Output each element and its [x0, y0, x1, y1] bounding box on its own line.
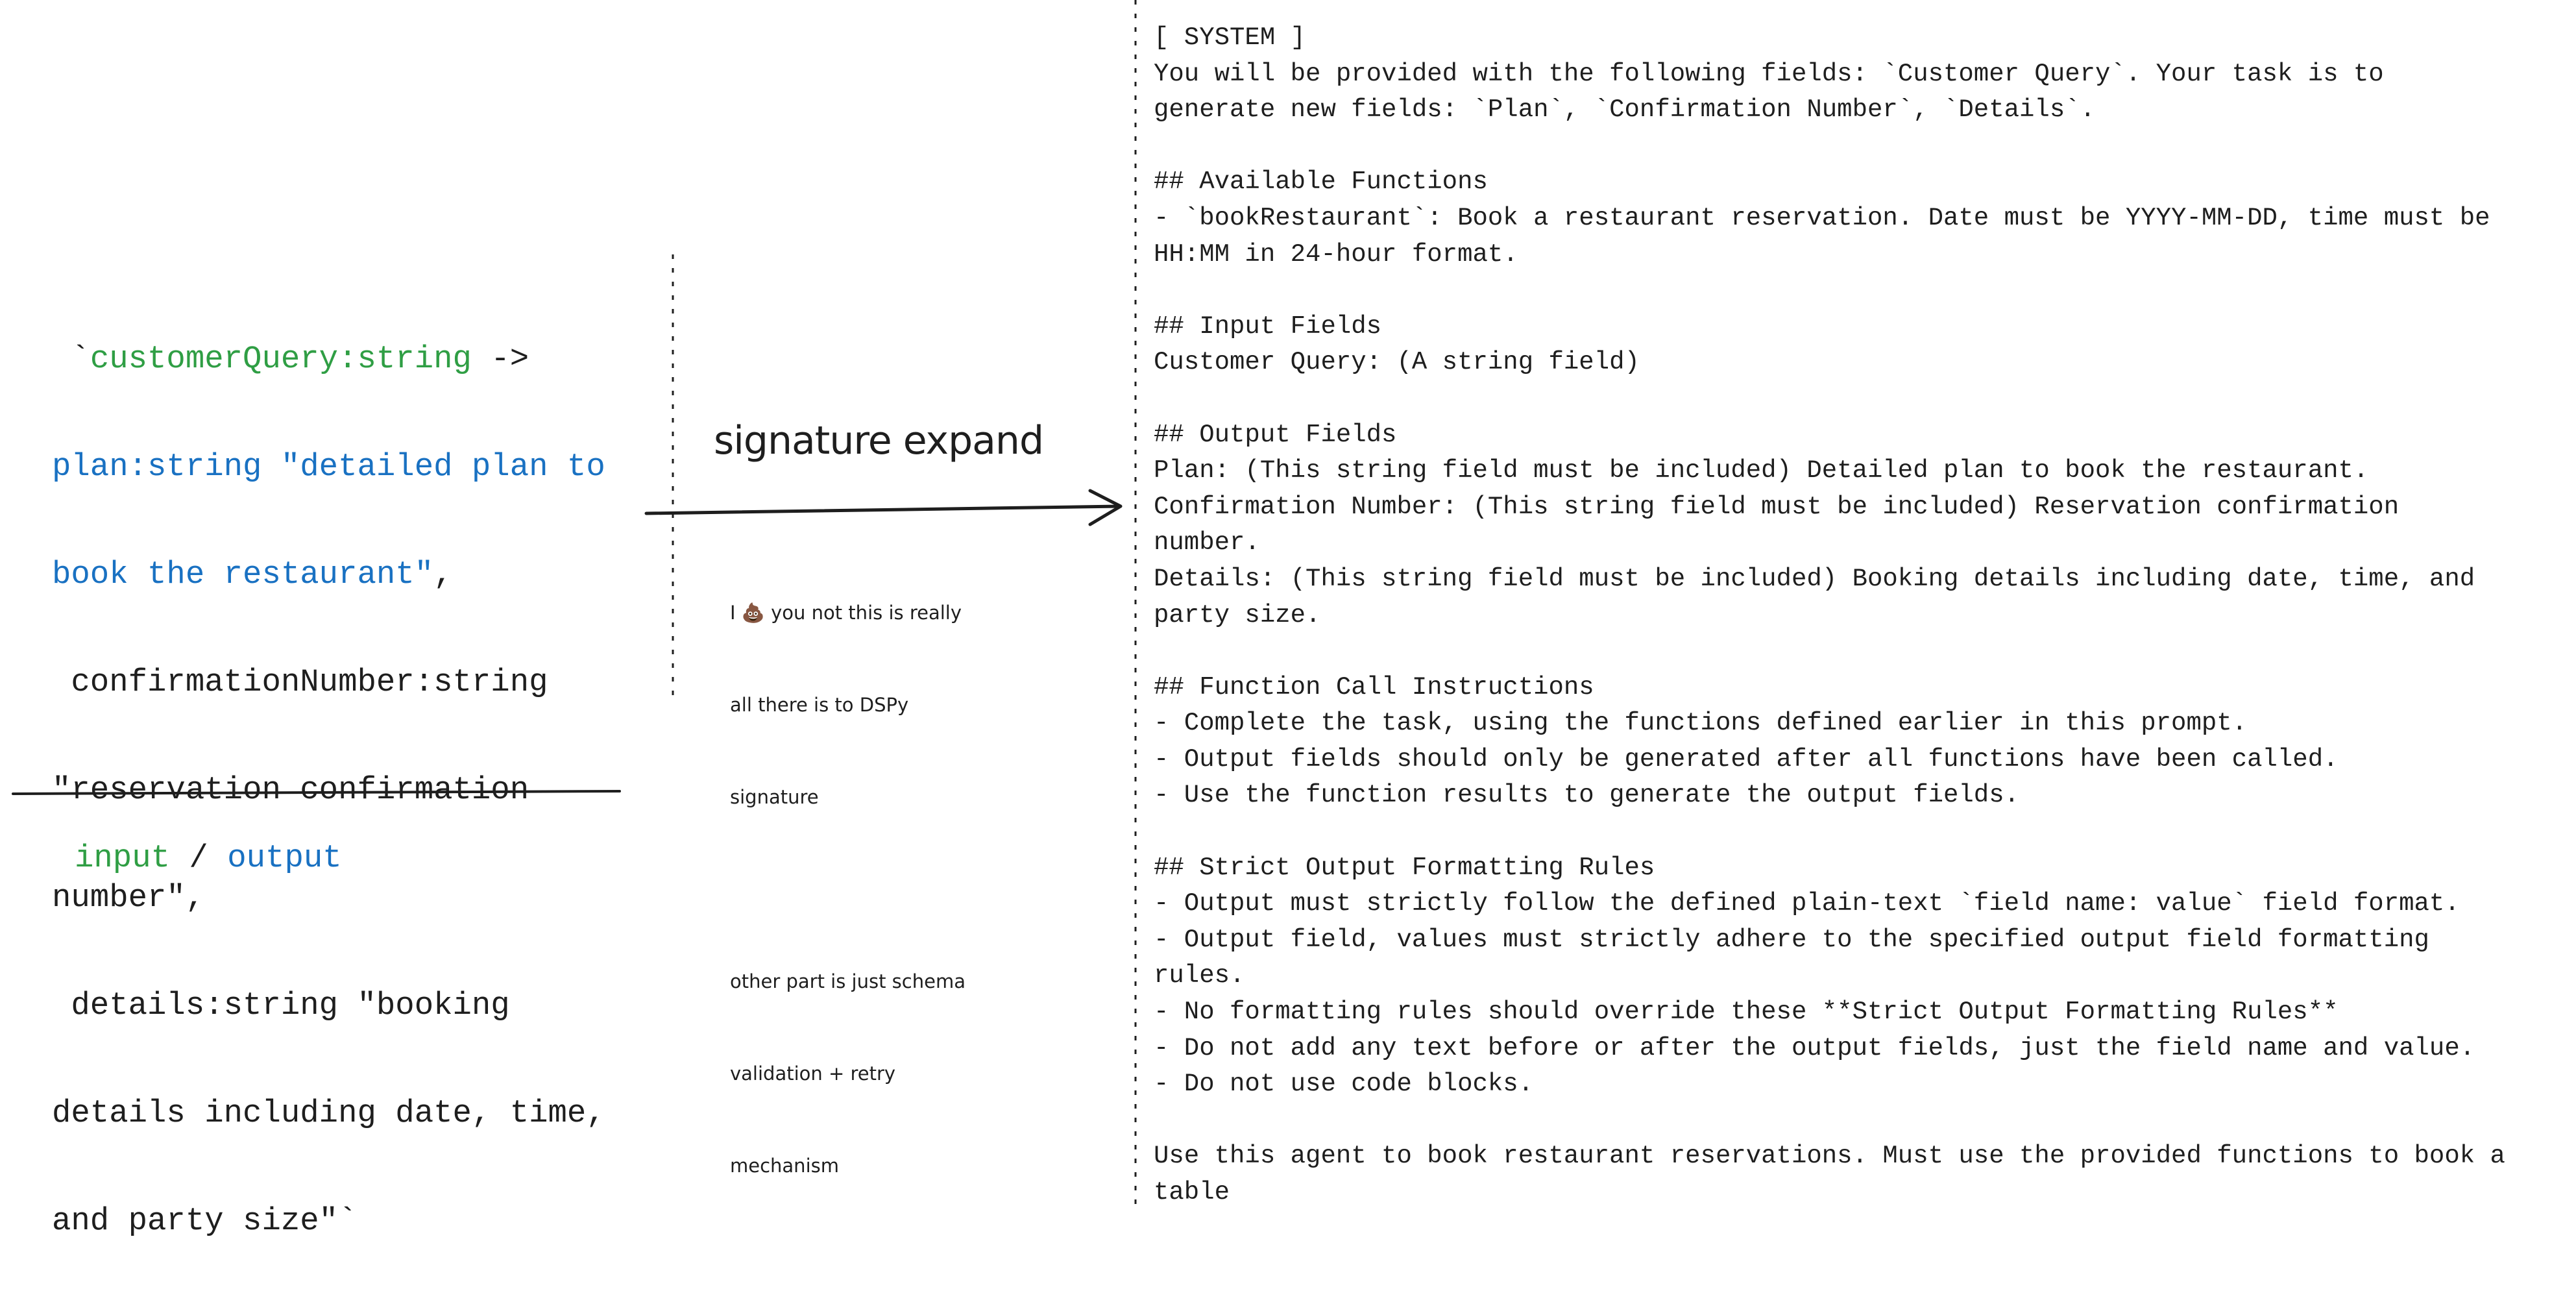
prompt-line: - Complete the task, using the functions… — [1154, 709, 2248, 738]
note-line: I 💩 you not this is really — [730, 602, 962, 624]
prompt-line — [1154, 129, 2505, 165]
expanded-system-prompt: [ SYSTEM ] You will be provided with the … — [1154, 20, 2505, 1211]
note-line: all there is to DSPy — [730, 694, 909, 716]
prompt-line: - Do not add any text before or after th… — [1154, 1033, 2475, 1062]
prompt-line: - No formatting rules should override th… — [1154, 998, 2339, 1027]
legend-separator: / — [170, 840, 228, 876]
note-line: other part is just schema — [730, 970, 966, 992]
prompt-line: Customer Query: (A string field) — [1154, 348, 1640, 377]
prompt-line: Details: (This string field must be incl… — [1154, 564, 2475, 593]
prompt-line: - `bookRestaurant`: Book a restaurant re… — [1154, 203, 2490, 232]
signature-line: `customerQuery:string -> — [52, 332, 605, 386]
prompt-line: ## Function Call Instructions — [1154, 672, 1594, 702]
prompt-line: ## Available Functions — [1154, 167, 1488, 197]
prompt-line: Use this agent to book restaurant reserv… — [1154, 1142, 2505, 1171]
prompt-line — [1154, 814, 2505, 850]
prompt-line: table — [1154, 1178, 1230, 1207]
input-field: customerQuery:string — [90, 341, 472, 377]
prompt-line: [ SYSTEM ] — [1154, 23, 1306, 52]
signature-line: and party size"` — [52, 1203, 358, 1239]
prompt-line — [1154, 273, 2505, 309]
legend: input / output — [75, 831, 342, 885]
signature-line: "reservation confirmation — [52, 772, 529, 808]
prompt-line: - Do not use code blocks. — [1154, 1070, 1534, 1099]
output-field-plan: plan:string "detailed plan to — [52, 448, 605, 485]
prompt-line: - Output fields should only be generated… — [1154, 744, 2339, 774]
comma: , — [433, 556, 453, 593]
note-line: signature — [730, 786, 819, 808]
prompt-line: - Output field, values must strictly adh… — [1154, 925, 2429, 954]
signature-line: confirmationNumber:string — [52, 664, 548, 700]
prompt-line: generate new fields: `Plan`, `Confirmati… — [1154, 95, 2096, 125]
backtick: ` — [52, 341, 90, 377]
signature-definition: `customerQuery:string -> plan:string "de… — [52, 278, 605, 1302]
prompt-line: ## Strict Output Formatting Rules — [1154, 853, 1655, 882]
note-line: validation + retry — [730, 1062, 896, 1085]
note-line: mechanism — [730, 1155, 839, 1177]
signature-line: book the restaurant", — [52, 548, 605, 602]
expand-arrow — [644, 489, 1123, 526]
prompt-line — [1154, 1103, 2505, 1139]
signature-line: details including date, time, — [52, 1095, 605, 1131]
prompt-line: You will be provided with the following … — [1154, 59, 2384, 88]
note-line — [730, 866, 966, 913]
prompt-line: rules. — [1154, 961, 1245, 990]
output-field-plan-cont: book the restaurant" — [52, 556, 434, 593]
prompt-line: party size. — [1154, 600, 1321, 630]
prompt-line: - Use the function results to generate t… — [1154, 781, 2020, 810]
arrow-token: -> — [471, 341, 529, 377]
prompt-line: number. — [1154, 528, 1260, 558]
annotation-note: I 💩 you not this is really all there is … — [730, 544, 966, 1235]
prompt-line — [1154, 633, 2505, 670]
prompt-line: ## Input Fields — [1154, 312, 1382, 341]
legend-input: input — [75, 840, 171, 876]
signature-line: details:string "booking — [52, 987, 510, 1024]
legend-output: output — [227, 840, 342, 876]
prompt-line: HH:MM in 24-hour format. — [1154, 240, 1518, 269]
prompt-line — [1154, 381, 2505, 417]
prompt-line: - Output must strictly follow the define… — [1154, 889, 2460, 918]
arrow-label: signature expand — [714, 418, 1044, 463]
prompt-line: Plan: (This string field must be include… — [1154, 456, 2369, 485]
prompt-line: ## Output Fields — [1154, 420, 1397, 449]
prompt-line: Confirmation Number: (This string field … — [1154, 492, 2400, 521]
